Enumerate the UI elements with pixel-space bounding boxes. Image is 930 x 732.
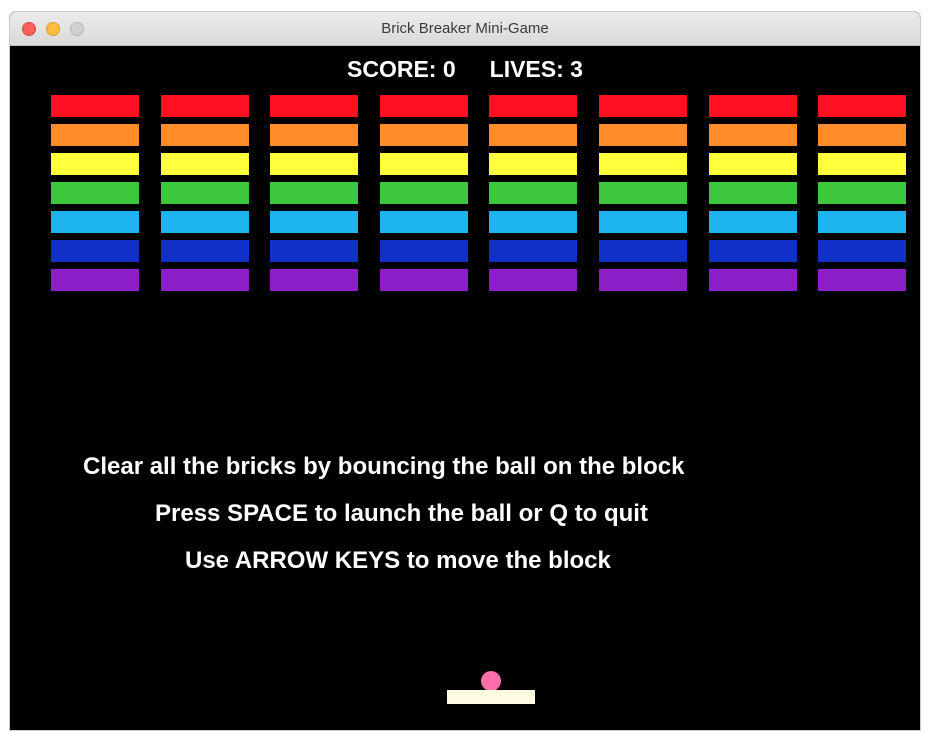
brick-r1-c5 — [489, 95, 577, 117]
brick-r7-c2 — [161, 269, 249, 291]
brick-r6-c5 — [489, 240, 577, 262]
brick-r2-c4 — [380, 124, 468, 146]
brick-r2-c8 — [818, 124, 906, 146]
hud: SCORE: 0 LIVES: 3 — [10, 56, 920, 83]
brick-r2-c3 — [270, 124, 358, 146]
brick-r3-c6 — [599, 153, 687, 175]
brick-r4-c6 — [599, 182, 687, 204]
brick-r2-c2 — [161, 124, 249, 146]
brick-r3-c5 — [489, 153, 577, 175]
brick-r2-c6 — [599, 124, 687, 146]
brick-r3-c3 — [270, 153, 358, 175]
brick-r5-c3 — [270, 211, 358, 233]
game-window: Brick Breaker Mini-Game SCORE: 0 LIVES: 3… — [10, 12, 920, 730]
brick-r5-c7 — [709, 211, 797, 233]
brick-r7-c6 — [599, 269, 687, 291]
brick-r6-c4 — [380, 240, 468, 262]
brick-r1-c7 — [709, 95, 797, 117]
paddle-block[interactable] — [447, 690, 535, 704]
lives-display: LIVES: 3 — [489, 56, 583, 82]
brick-r6-c6 — [599, 240, 687, 262]
brick-r3-c2 — [161, 153, 249, 175]
brick-r7-c8 — [818, 269, 906, 291]
brick-r4-c7 — [709, 182, 797, 204]
ball — [481, 671, 501, 691]
brick-r5-c4 — [380, 211, 468, 233]
window-title: Brick Breaker Mini-Game — [381, 20, 549, 37]
instruction-line-1: Clear all the bricks by bouncing the bal… — [83, 453, 685, 480]
brick-r4-c3 — [270, 182, 358, 204]
brick-r5-c8 — [818, 211, 906, 233]
brick-r4-c1 — [51, 182, 139, 204]
brick-r7-c5 — [489, 269, 577, 291]
brick-r4-c2 — [161, 182, 249, 204]
brick-r6-c1 — [51, 240, 139, 262]
brick-r2-c1 — [51, 124, 139, 146]
brick-r1-c1 — [51, 95, 139, 117]
brick-r3-c8 — [818, 153, 906, 175]
brick-r1-c3 — [270, 95, 358, 117]
brick-r6-c3 — [270, 240, 358, 262]
brick-r6-c2 — [161, 240, 249, 262]
brick-r4-c5 — [489, 182, 577, 204]
brick-r3-c1 — [51, 153, 139, 175]
brick-r6-c7 — [709, 240, 797, 262]
game-canvas[interactable]: SCORE: 0 LIVES: 3 Clear all the bricks by… — [10, 46, 920, 730]
brick-r4-c4 — [380, 182, 468, 204]
brick-r7-c4 — [380, 269, 468, 291]
instruction-line-2: Press SPACE to launch the ball or Q to q… — [155, 500, 648, 527]
brick-r5-c2 — [161, 211, 249, 233]
brick-r1-c4 — [380, 95, 468, 117]
brick-r5-c6 — [599, 211, 687, 233]
brick-r3-c7 — [709, 153, 797, 175]
brick-r7-c3 — [270, 269, 358, 291]
score-display: SCORE: 0 — [347, 56, 456, 82]
title-bar: Brick Breaker Mini-Game — [10, 12, 920, 46]
brick-r5-c1 — [51, 211, 139, 233]
brick-r7-c7 — [709, 269, 797, 291]
brick-r2-c5 — [489, 124, 577, 146]
brick-r3-c4 — [380, 153, 468, 175]
brick-r7-c1 — [51, 269, 139, 291]
brick-r1-c8 — [818, 95, 906, 117]
brick-r4-c8 — [818, 182, 906, 204]
brick-r5-c5 — [489, 211, 577, 233]
brick-r6-c8 — [818, 240, 906, 262]
brick-r1-c2 — [161, 95, 249, 117]
instruction-line-3: Use ARROW KEYS to move the block — [185, 547, 611, 574]
brick-r1-c6 — [599, 95, 687, 117]
brick-r2-c7 — [709, 124, 797, 146]
